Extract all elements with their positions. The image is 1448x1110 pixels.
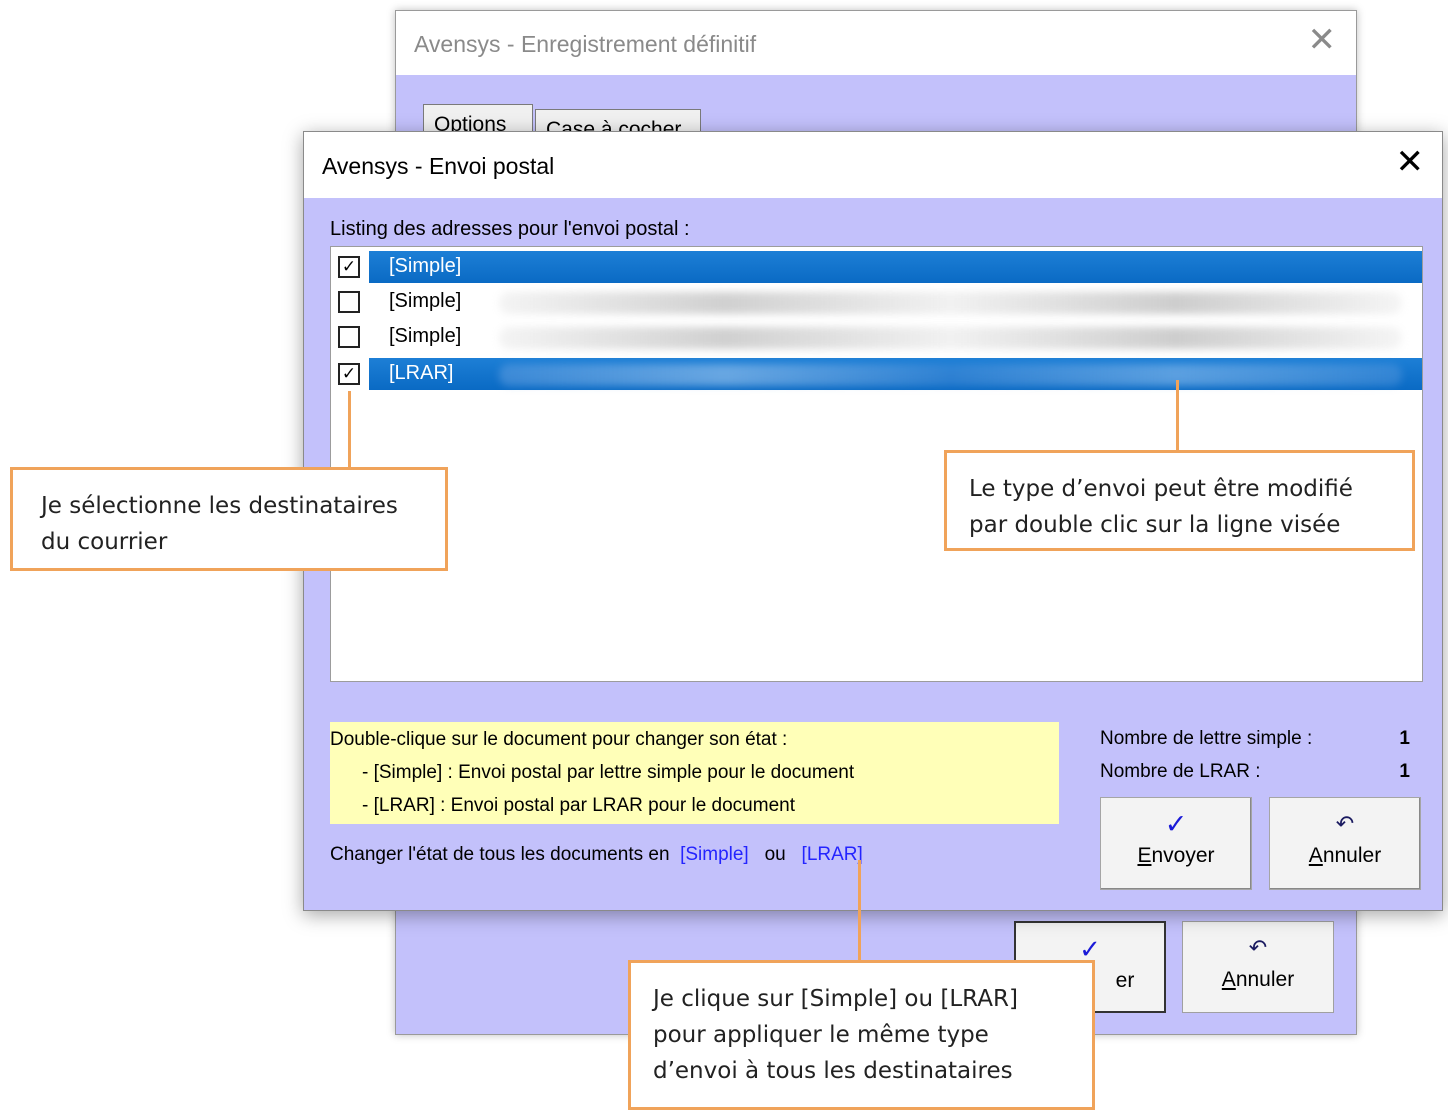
list-item[interactable]: [Simple] bbox=[331, 284, 1422, 319]
dialog-titlebar: Avensys - Envoi postal ✕ bbox=[304, 132, 1442, 198]
change-all-label: Changer l'état de tous les documents en bbox=[330, 844, 670, 865]
checkbox-checked[interactable]: ✓ bbox=[338, 256, 360, 278]
callout-line: du courrier bbox=[41, 529, 168, 555]
list-item[interactable]: ✓ [LRAR] bbox=[331, 356, 1422, 391]
help-line: Double-clique sur le document pour chang… bbox=[330, 729, 788, 750]
set-all-simple-link[interactable]: [Simple] bbox=[680, 844, 749, 865]
checkbox-unchecked[interactable] bbox=[338, 326, 360, 348]
cancel-button-label: Annuler bbox=[1308, 844, 1382, 867]
callout-line: d’envoi à tous les destinataires bbox=[653, 1058, 1013, 1084]
row-area: [Simple] bbox=[369, 286, 1422, 318]
callout-apply-all: Je clique sur [Simple] ou [LRAR] pour ap… bbox=[628, 960, 1095, 1110]
undo-icon: ↶ bbox=[1335, 811, 1355, 836]
list-item-type: [LRAR] bbox=[389, 362, 454, 384]
back-cancel-button[interactable]: ↶ Annuler bbox=[1182, 921, 1334, 1013]
list-item-type: [Simple] bbox=[389, 255, 462, 277]
callout-connector bbox=[1176, 380, 1179, 452]
blurred-address bbox=[499, 292, 1402, 314]
callout-connector bbox=[858, 860, 861, 962]
callout-line: pour appliquer le même type bbox=[653, 1022, 989, 1048]
blurred-address bbox=[499, 364, 1402, 386]
help-line: - [Simple] : Envoi postal par lettre sim… bbox=[362, 762, 855, 783]
undo-icon: ↶ bbox=[1248, 935, 1268, 960]
help-line: - [LRAR] : Envoi postal par LRAR pour le… bbox=[362, 795, 795, 816]
row-highlight: [LRAR] bbox=[369, 358, 1422, 390]
checkmark-icon: ✓ bbox=[1164, 809, 1188, 839]
back-window-title: Avensys - Enregistrement définitif bbox=[414, 31, 757, 57]
callout-select-recipients: Je sélectionne les destinataires du cour… bbox=[10, 467, 448, 571]
lrar-count-value: 1 bbox=[1399, 761, 1410, 782]
counts-panel: Nombre de lettre simple : 1 Nombre de LRA… bbox=[1100, 724, 1410, 790]
checkbox-checked[interactable]: ✓ bbox=[338, 363, 360, 385]
back-titlebar: Avensys - Enregistrement définitif ✕ bbox=[396, 11, 1356, 75]
list-item[interactable]: [Simple] bbox=[331, 319, 1422, 354]
checkmark-icon: ✓ bbox=[1079, 934, 1101, 964]
change-all-row: Changer l'état de tous les documents en … bbox=[330, 844, 863, 866]
address-list-label: Listing des adresses pour l'envoi postal… bbox=[330, 218, 690, 240]
list-item-type: [Simple] bbox=[389, 290, 462, 312]
simple-count-value: 1 bbox=[1399, 728, 1410, 749]
callout-line: Le type d’envoi peut être modifié bbox=[969, 476, 1353, 502]
close-icon[interactable]: ✕ bbox=[1308, 23, 1337, 57]
cancel-button[interactable]: ↶ Annuler bbox=[1269, 797, 1421, 890]
row-area: [Simple] bbox=[369, 321, 1422, 353]
close-icon[interactable]: ✕ bbox=[1396, 145, 1425, 179]
send-button[interactable]: ✓ Envoyer bbox=[1100, 797, 1252, 890]
checkbox-unchecked[interactable] bbox=[338, 291, 360, 313]
callout-line: Je sélectionne les destinataires bbox=[41, 493, 398, 519]
callout-line: par double clic sur la ligne visée bbox=[969, 512, 1341, 538]
callout-line: Je clique sur [Simple] ou [LRAR] bbox=[653, 986, 1018, 1012]
row-highlight: [Simple] bbox=[369, 251, 1422, 283]
lrar-count-label: Nombre de LRAR : bbox=[1100, 761, 1261, 782]
list-item[interactable]: ✓ [Simple] bbox=[331, 249, 1422, 284]
back-cancel-label: Annuler bbox=[1221, 968, 1295, 991]
send-button-label: Envoyer bbox=[1137, 844, 1215, 867]
simple-count-label: Nombre de lettre simple : bbox=[1100, 728, 1313, 749]
blurred-address bbox=[499, 327, 1402, 349]
or-label: ou bbox=[764, 844, 786, 865]
help-box: Double-clique sur le document pour chang… bbox=[330, 722, 1059, 824]
callout-double-click: Le type d’envoi peut être modifié par do… bbox=[944, 450, 1415, 551]
dialog-title: Avensys - Envoi postal bbox=[322, 153, 555, 179]
set-all-lrar-link[interactable]: [LRAR] bbox=[802, 844, 863, 865]
list-item-type: [Simple] bbox=[389, 325, 462, 347]
callout-connector bbox=[348, 391, 351, 469]
